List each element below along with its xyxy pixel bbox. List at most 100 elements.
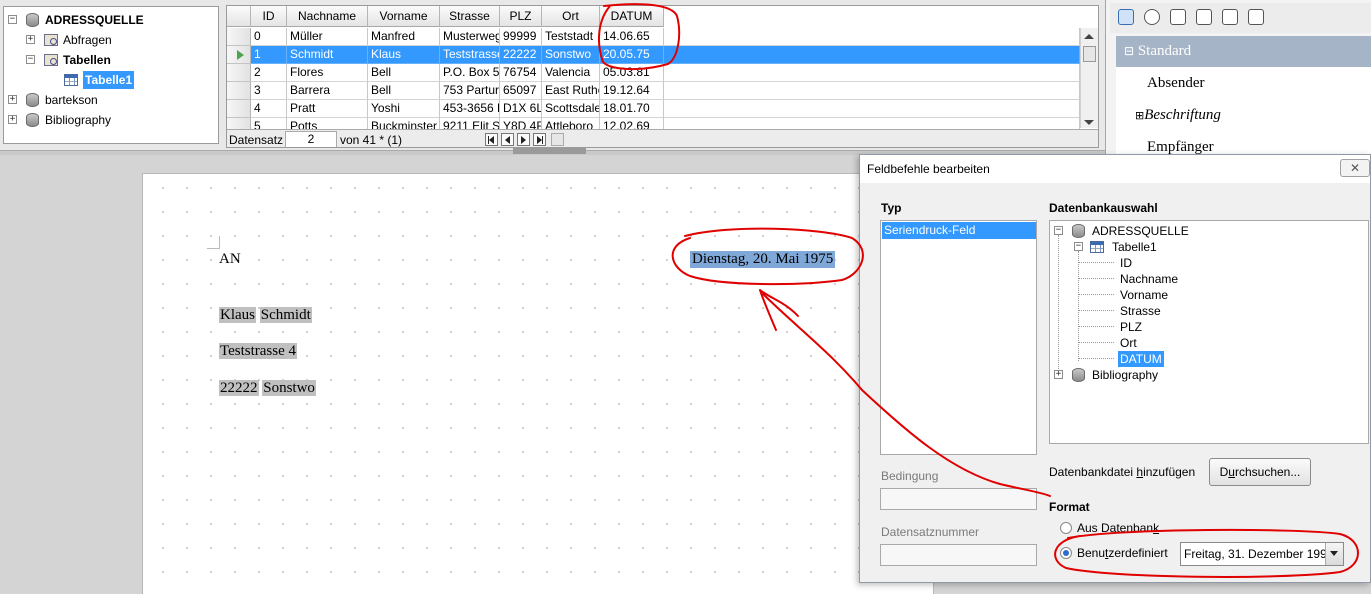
paragraph-styles-icon[interactable] [1118,9,1134,25]
collapse-icon[interactable]: − [26,55,35,64]
expand-icon[interactable]: + [26,35,35,44]
db-field-strasse[interactable]: Strasse [1120,303,1161,319]
table-cell[interactable]: Müller [287,28,368,46]
tree-item-tabellen[interactable]: − Tabellen [26,51,216,69]
table-cell[interactable]: Klaus [368,46,440,64]
db-field-ort[interactable]: Ort [1120,335,1137,351]
table-row[interactable]: 3 Barrera Bell 753 Parturi 65097 East Ruthe 19… [227,82,1080,100]
table-cell[interactable]: P.O. Box 56 [440,64,500,82]
firstname-field[interactable]: Klaus [219,307,256,323]
tree-item-abfragen[interactable]: + Abfragen [26,31,216,49]
type-item-mailmerge[interactable]: Seriendruck-Feld [882,222,1036,239]
from-database-radio[interactable] [1060,522,1072,534]
style-item-absender[interactable]: Absender [1147,75,1204,92]
table-cell[interactable]: Manfred [368,28,440,46]
column-header-datum[interactable]: DATUM [600,6,664,27]
collapse-icon[interactable]: − [1074,242,1083,251]
close-button[interactable]: ✕ [1340,159,1370,177]
database-tree[interactable]: − ADRESSQUELLE − Tabelle1 ID Nachname Vorn… [1049,220,1369,444]
collapse-icon[interactable]: − [8,15,17,24]
table-cell[interactable]: 753 Parturi [440,82,500,100]
tree-item-adressquelle[interactable]: − ADRESSQUELLE [8,11,218,29]
column-header-vorname[interactable]: Vorname [368,6,440,27]
table-cell[interactable]: Flores [287,64,368,82]
table-row[interactable]: 2 Flores Bell P.O. Box 56 76754 Valencia 05.03… [227,64,1080,82]
expand-icon[interactable]: + [8,115,17,124]
db-tree-root[interactable]: − ADRESSQUELLE [1054,223,1254,239]
scroll-down-icon[interactable] [1084,120,1094,125]
tree-item-tabelle1[interactable]: Tabelle1 [64,71,164,89]
last-record-button[interactable] [533,133,546,146]
column-header-ort[interactable]: Ort [542,6,600,27]
style-item-standard[interactable]: ⊟ Standard [1116,36,1371,67]
column-header-strasse[interactable]: Strasse [440,6,500,27]
table-cell[interactable]: Teststrasse [440,46,500,64]
collapse-icon[interactable]: − [1054,226,1063,235]
expand-icon[interactable]: + [8,95,17,104]
table-row[interactable]: 1 Schmidt Klaus Teststrasse 22222 Sonstwo 20.0… [227,46,1080,64]
table-row[interactable]: 0 Müller Manfred Musterweg 99999 Teststadt 14.… [227,28,1080,46]
table-cell[interactable]: Yoshi [368,100,440,118]
table-cell[interactable]: Teststadt [542,28,600,46]
table-cell[interactable]: D1X 6L8 [500,100,542,118]
table-cell[interactable]: Bell [368,64,440,82]
table-cell[interactable]: 453-3656 E [440,100,500,118]
character-styles-icon[interactable] [1144,9,1160,25]
custom-format-radio[interactable] [1060,547,1072,559]
table-cell[interactable]: 2 [251,64,287,82]
scroll-up-icon[interactable] [1084,34,1094,39]
table-cell[interactable]: 0 [251,28,287,46]
lastname-field[interactable]: Schmidt [259,307,312,323]
row-selector[interactable] [227,82,251,100]
format-select[interactable]: Freitag, 31. Dezember 1999 [1180,542,1344,566]
table-cell[interactable]: Sonstwo [542,46,600,64]
table-cell[interactable]: Scottsdale [542,100,600,118]
db-field-nachname[interactable]: Nachname [1120,271,1178,287]
table-cell[interactable]: 20.05.75 [600,46,664,64]
chevron-down-icon[interactable] [1325,543,1343,565]
datasource-tree[interactable]: − ADRESSQUELLE + Abfragen − Tabellen Tab… [3,6,219,144]
table-row[interactable]: 4PrattYoshi453-3656 ED1X 6L8Scottsdale18… [227,100,1080,118]
column-header-id[interactable]: ID [251,6,287,27]
table-cell[interactable]: 65097 [500,82,542,100]
table-cell[interactable]: Schmidt [287,46,368,64]
table-cell[interactable]: 4 [251,100,287,118]
table-cell[interactable]: 3 [251,82,287,100]
table-cell[interactable]: 19.12.64 [600,82,664,100]
table-cell[interactable]: Musterweg [440,28,500,46]
tree-item-bartekson[interactable]: + bartekson [8,91,208,109]
column-header-plz[interactable]: PLZ [500,6,542,27]
record-number-input[interactable] [880,544,1037,566]
table-cell[interactable]: 14.06.65 [600,28,664,46]
table-cell[interactable]: 99999 [500,28,542,46]
row-selector[interactable] [227,28,251,46]
list-styles-icon[interactable] [1222,9,1238,25]
condition-input[interactable] [880,488,1037,510]
table-cell[interactable]: Pratt [287,100,368,118]
type-list[interactable]: Seriendruck-Feld [880,220,1037,455]
db-tree-table[interactable]: − Tabelle1 [1074,239,1274,255]
page-styles-icon[interactable] [1196,9,1212,25]
date-field[interactable]: Dienstag, 20. Mai 1975 [690,251,836,268]
table-cell[interactable]: 76754 [500,64,542,82]
data-grid[interactable]: ID Nachname Vorname Strasse PLZ Ort DATUM 0 Müll… [226,5,1099,148]
expand-icon[interactable]: + [1054,370,1063,379]
zip-field[interactable]: 22222 [219,380,259,396]
street-field[interactable]: Teststrasse 4 [219,343,298,359]
row-selector[interactable] [227,46,251,64]
splitter-handle[interactable] [513,148,586,154]
db-tree-bibliography[interactable]: + Bibliography [1054,367,1254,383]
style-item-beschriftung[interactable]: ⊞Beschriftung [1135,107,1221,124]
row-selector[interactable] [227,64,251,82]
table-cell[interactable]: East Ruthe [542,82,600,100]
browse-button[interactable]: Durchsuchen... [1209,458,1311,486]
table-cell[interactable]: 22222 [500,46,542,64]
db-field-datum[interactable]: DATUM [1118,351,1164,367]
collapse-icon[interactable]: ⊟ [1124,44,1134,58]
table-styles-icon[interactable] [1248,9,1264,25]
fill-format-icon[interactable] [1338,9,1354,25]
next-record-button[interactable] [517,133,530,146]
first-record-button[interactable] [485,133,498,146]
column-header-nachname[interactable]: Nachname [287,6,368,27]
table-cell[interactable]: Valencia [542,64,600,82]
